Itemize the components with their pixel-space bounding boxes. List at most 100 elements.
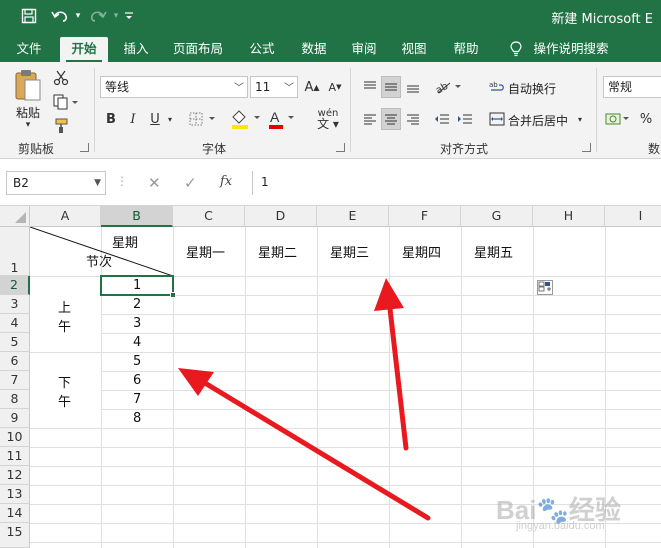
row-header-14[interactable]: 14 — [0, 504, 30, 523]
tab-review[interactable]: 审阅 — [342, 37, 386, 62]
underline-button[interactable]: U — [146, 108, 164, 130]
row-header-3[interactable]: 3 — [0, 295, 30, 314]
accounting-format-icon[interactable] — [604, 108, 632, 130]
align-top-icon[interactable] — [360, 76, 380, 98]
borders-icon[interactable] — [188, 108, 218, 130]
font-name-select[interactable]: 等线 ﹀ — [100, 76, 248, 98]
merge-center-icon[interactable] — [488, 108, 506, 130]
clipboard-launcher-icon[interactable] — [80, 143, 89, 152]
row-header-5[interactable]: 5 — [0, 333, 30, 352]
name-box[interactable]: B2 ▼ — [6, 171, 106, 195]
tab-home[interactable]: 开始 — [60, 37, 108, 62]
font-size-select[interactable]: 11 ﹀ — [250, 76, 298, 98]
cell-a6-afternoon-2: 午 — [58, 395, 72, 410]
tab-insert[interactable]: 插入 — [114, 37, 158, 62]
merge-dropdown-icon[interactable]: ▾ — [574, 108, 586, 130]
save-icon[interactable] — [18, 6, 40, 26]
column-header-a[interactable]: A — [30, 206, 101, 227]
tab-view[interactable]: 视图 — [392, 37, 436, 62]
underline-dropdown-icon[interactable]: ▾ — [165, 108, 175, 130]
cell-b7: 6 — [133, 373, 142, 388]
column-header-b[interactable]: B — [101, 206, 173, 227]
column-header-e[interactable]: E — [317, 206, 389, 227]
grid-line — [101, 295, 661, 296]
name-box-value: B2 — [13, 176, 29, 190]
italic-button[interactable]: I — [124, 108, 142, 130]
bold-button[interactable]: B — [102, 108, 120, 130]
more-options-icon[interactable]: ⋮ — [116, 174, 128, 188]
redo-icon[interactable] — [86, 6, 110, 26]
column-header-d[interactable]: D — [245, 206, 317, 227]
align-right-icon[interactable] — [403, 108, 423, 130]
column-header-c[interactable]: C — [173, 206, 245, 227]
column-header-f[interactable]: F — [389, 206, 461, 227]
row-header-1[interactable]: 1 — [0, 227, 30, 276]
format-painter-icon[interactable] — [50, 116, 72, 136]
phonetic-guide-icon[interactable]: wén 文 ▾ — [310, 106, 346, 132]
active-cell-b2[interactable] — [100, 275, 174, 296]
increase-font-size-icon[interactable]: A ▲ — [301, 76, 323, 98]
row-header-2[interactable]: 2 — [0, 276, 30, 295]
cell-e1: 星期三 — [330, 246, 370, 261]
fill-handle[interactable] — [170, 292, 176, 298]
formula-input[interactable]: 1 — [252, 171, 661, 195]
undo-icon[interactable] — [48, 6, 72, 26]
merge-center-button[interactable]: 合并后居中 — [508, 112, 568, 129]
group-divider — [596, 68, 597, 152]
fill-color-icon[interactable] — [228, 106, 264, 132]
row-header-15[interactable]: 15 — [0, 523, 30, 548]
cancel-icon[interactable]: ✕ — [148, 174, 161, 192]
align-bottom-icon[interactable] — [403, 76, 423, 98]
tell-me-search[interactable]: 操作说明搜索 — [528, 37, 614, 62]
font-color-icon[interactable]: A — [266, 106, 298, 132]
quick-analysis-icon[interactable] — [537, 280, 553, 295]
insert-function-button[interactable]: fx — [220, 174, 232, 189]
select-all-button[interactable] — [0, 206, 30, 227]
decrease-font-size-icon[interactable]: A ▼ — [324, 76, 346, 98]
align-middle-icon[interactable] — [381, 76, 401, 98]
svg-text:ab: ab — [434, 81, 450, 95]
row-header-7[interactable]: 7 — [0, 371, 30, 390]
redo-dropdown-icon[interactable]: ▾ — [110, 6, 122, 26]
font-launcher-icon[interactable] — [336, 143, 345, 152]
clipboard-group-label: 剪贴板 — [18, 142, 55, 156]
row-header-13[interactable]: 13 — [0, 485, 30, 504]
tab-help[interactable]: 帮助 — [444, 37, 488, 62]
customize-toolbar-icon[interactable] — [122, 6, 136, 26]
row-header-12[interactable]: 12 — [0, 466, 30, 485]
align-center-icon[interactable] — [381, 108, 401, 130]
watermark-url: jingyan.baidu.com — [516, 520, 605, 532]
wrap-text-icon[interactable]: ab — [488, 76, 506, 98]
number-format-select[interactable]: 常规 — [603, 76, 661, 98]
grid-line — [30, 352, 661, 353]
align-left-icon[interactable] — [360, 108, 380, 130]
undo-dropdown-icon[interactable]: ▾ — [72, 6, 84, 26]
row-header-6[interactable]: 6 — [0, 352, 30, 371]
paste-dropdown-icon[interactable]: ▾ — [22, 120, 34, 130]
row-header-4[interactable]: 4 — [0, 314, 30, 333]
alignment-launcher-icon[interactable] — [582, 143, 591, 152]
column-header-h[interactable]: H — [533, 206, 605, 227]
tab-formulas[interactable]: 公式 — [240, 37, 284, 62]
row-header-10[interactable]: 10 — [0, 428, 30, 447]
column-header-g[interactable]: G — [461, 206, 533, 227]
wrap-text-button[interactable]: 自动换行 — [508, 80, 556, 97]
alignment-group-label: 对齐方式 — [440, 142, 489, 156]
row-header-11[interactable]: 11 — [0, 447, 30, 466]
percent-style-icon[interactable]: % — [636, 108, 656, 130]
paste-label[interactable]: 粘贴 — [16, 104, 40, 121]
column-header-i[interactable]: I — [605, 206, 661, 227]
row-header-8[interactable]: 8 — [0, 390, 30, 409]
copy-icon[interactable] — [50, 92, 82, 112]
grid-line — [30, 542, 661, 543]
orientation-icon[interactable]: ab — [432, 76, 466, 98]
tab-data[interactable]: 数据 — [292, 37, 336, 62]
row-header-9[interactable]: 9 — [0, 409, 30, 428]
enter-icon[interactable]: ✓ — [184, 174, 197, 192]
cut-icon[interactable] — [50, 68, 72, 88]
paste-icon[interactable] — [10, 66, 46, 106]
increase-indent-icon[interactable] — [455, 108, 475, 130]
tab-file[interactable]: 文件 — [6, 37, 52, 62]
tab-page-layout[interactable]: 页面布局 — [166, 37, 230, 62]
decrease-indent-icon[interactable] — [432, 108, 452, 130]
